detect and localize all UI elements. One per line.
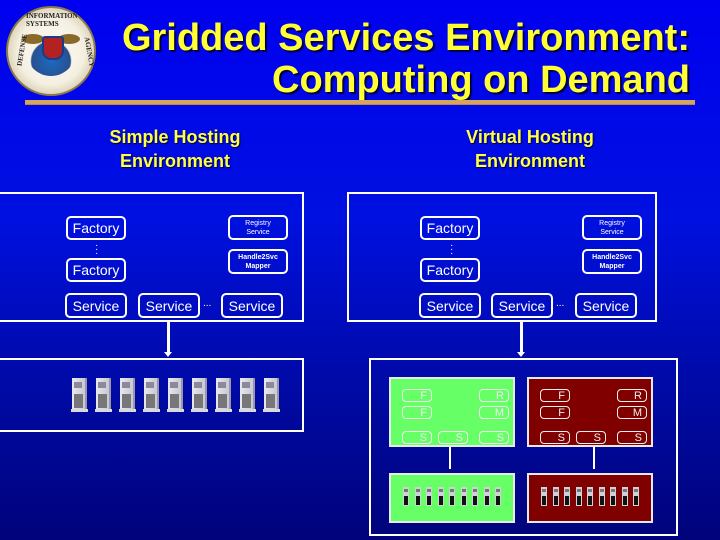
mini-server-icon [610,487,617,507]
green-service-3[interactable]: S [479,431,509,444]
mapper-label-line2: Mapper [245,262,271,270]
server-icon [119,378,136,412]
simple-service-2[interactable]: Service [138,293,200,318]
server-icon [215,378,232,412]
virtual-service-2[interactable]: Service [491,293,553,318]
mini-server-icon [472,487,479,507]
simple-connector-line [167,322,170,352]
registry-label-line2: Service [600,228,624,236]
green-factory-2[interactable]: F [402,406,432,419]
server-icon [239,378,256,412]
mini-server-icon [414,487,422,507]
mini-server-icon [575,487,583,507]
registry-label-line1: Registry [245,219,271,227]
title-underline [25,100,695,105]
server-icon [95,378,112,412]
red-connector-line [593,447,595,469]
mini-server-icon [552,487,560,507]
virtual-registry-service[interactable]: Registry Service [582,215,642,240]
mini-server-icon [541,487,548,507]
virtual-heading-line2: Environment [474,151,585,171]
mini-server-icon [598,487,606,507]
simple-service-1[interactable]: Service [65,293,127,318]
server-icon [191,378,208,412]
mini-server-icon [621,487,629,507]
mapper-label-line1: Handle2Svc [238,253,278,261]
virtual-connector-arrow-icon [517,352,525,357]
simple-hosting-heading: Simple Hosting Environment [80,125,270,173]
simple-factory-2[interactable]: Factory [66,258,126,282]
mini-server-icon [403,487,410,507]
simple-factory-1[interactable]: Factory [66,216,126,240]
red-server-pool [527,473,653,523]
server-icon [263,378,280,412]
mini-server-icon [449,487,456,507]
virtual-service-3[interactable]: Service [575,293,637,318]
virtual-service-ellipsis: ... [556,298,565,309]
server-icon [167,378,184,412]
simple-server-pool [0,358,304,432]
mini-server-icon [587,487,594,507]
mini-server-icon [633,487,640,507]
green-service-1[interactable]: S [402,431,432,444]
green-registry[interactable]: R [479,389,509,402]
green-connector-line [449,447,451,469]
virtual-service-1[interactable]: Service [419,293,481,318]
virtual-vertical-dots: · · · [450,240,454,259]
red-registry[interactable]: R [617,389,647,402]
mapper-label-line1: Handle2Svc [592,253,632,261]
virtual-factory-2[interactable]: Factory [420,258,480,282]
mini-server-icon [483,487,491,507]
red-service-1[interactable]: S [540,431,570,444]
mini-server-icon [495,487,502,507]
virtual-handle2svc-mapper[interactable]: Handle2Svc Mapper [582,249,642,274]
server-icon [71,378,88,412]
red-virtual-environment[interactable]: F F R M S S S [527,377,653,447]
registry-label-line1: Registry [599,219,625,227]
simple-heading-line1: Simple Hosting [109,127,241,147]
simple-heading-line2: Environment [119,151,230,171]
eagle-shield-icon [42,36,64,60]
mini-server-icon [460,487,468,507]
virtual-factory-1[interactable]: Factory [420,216,480,240]
green-virtual-environment[interactable]: F F R M S S S [389,377,515,447]
mini-server-icon [564,487,571,507]
simple-service-3[interactable]: Service [221,293,283,318]
seal-top-text: INFORMATION SYSTEMS [26,12,78,28]
simple-registry-service[interactable]: Registry Service [228,215,288,240]
simple-handle2svc-mapper[interactable]: Handle2Svc Mapper [228,249,288,274]
red-service-3[interactable]: S [617,431,647,444]
red-factory-1[interactable]: F [540,389,570,402]
title-line2: Computing on Demand [272,59,690,101]
registry-label-line2: Service [246,228,270,236]
mini-server-icon [426,487,433,507]
disa-seal-logo: INFORMATION SYSTEMS DEFENSE AGENCY [6,6,96,96]
virtual-heading-line1: Virtual Hosting [466,127,594,147]
green-factory-1[interactable]: F [402,389,432,402]
green-mapper[interactable]: M [479,406,509,419]
virtual-connector-line [520,322,523,352]
virtual-hosting-heading: Virtual Hosting Environment [435,125,625,173]
red-service-2[interactable]: S [576,431,606,444]
red-factory-2[interactable]: F [540,406,570,419]
simple-vertical-dots: · · · [95,240,99,259]
green-server-pool [389,473,515,523]
mini-server-icon [437,487,445,507]
red-mapper[interactable]: M [617,406,647,419]
mapper-label-line2: Mapper [599,262,625,270]
green-service-2[interactable]: S [438,431,468,444]
simple-service-ellipsis: ... [203,298,212,309]
server-icon [143,378,160,412]
title-line1: Gridded Services Environment: [121,17,690,59]
simple-connector-arrow-icon [164,352,172,357]
